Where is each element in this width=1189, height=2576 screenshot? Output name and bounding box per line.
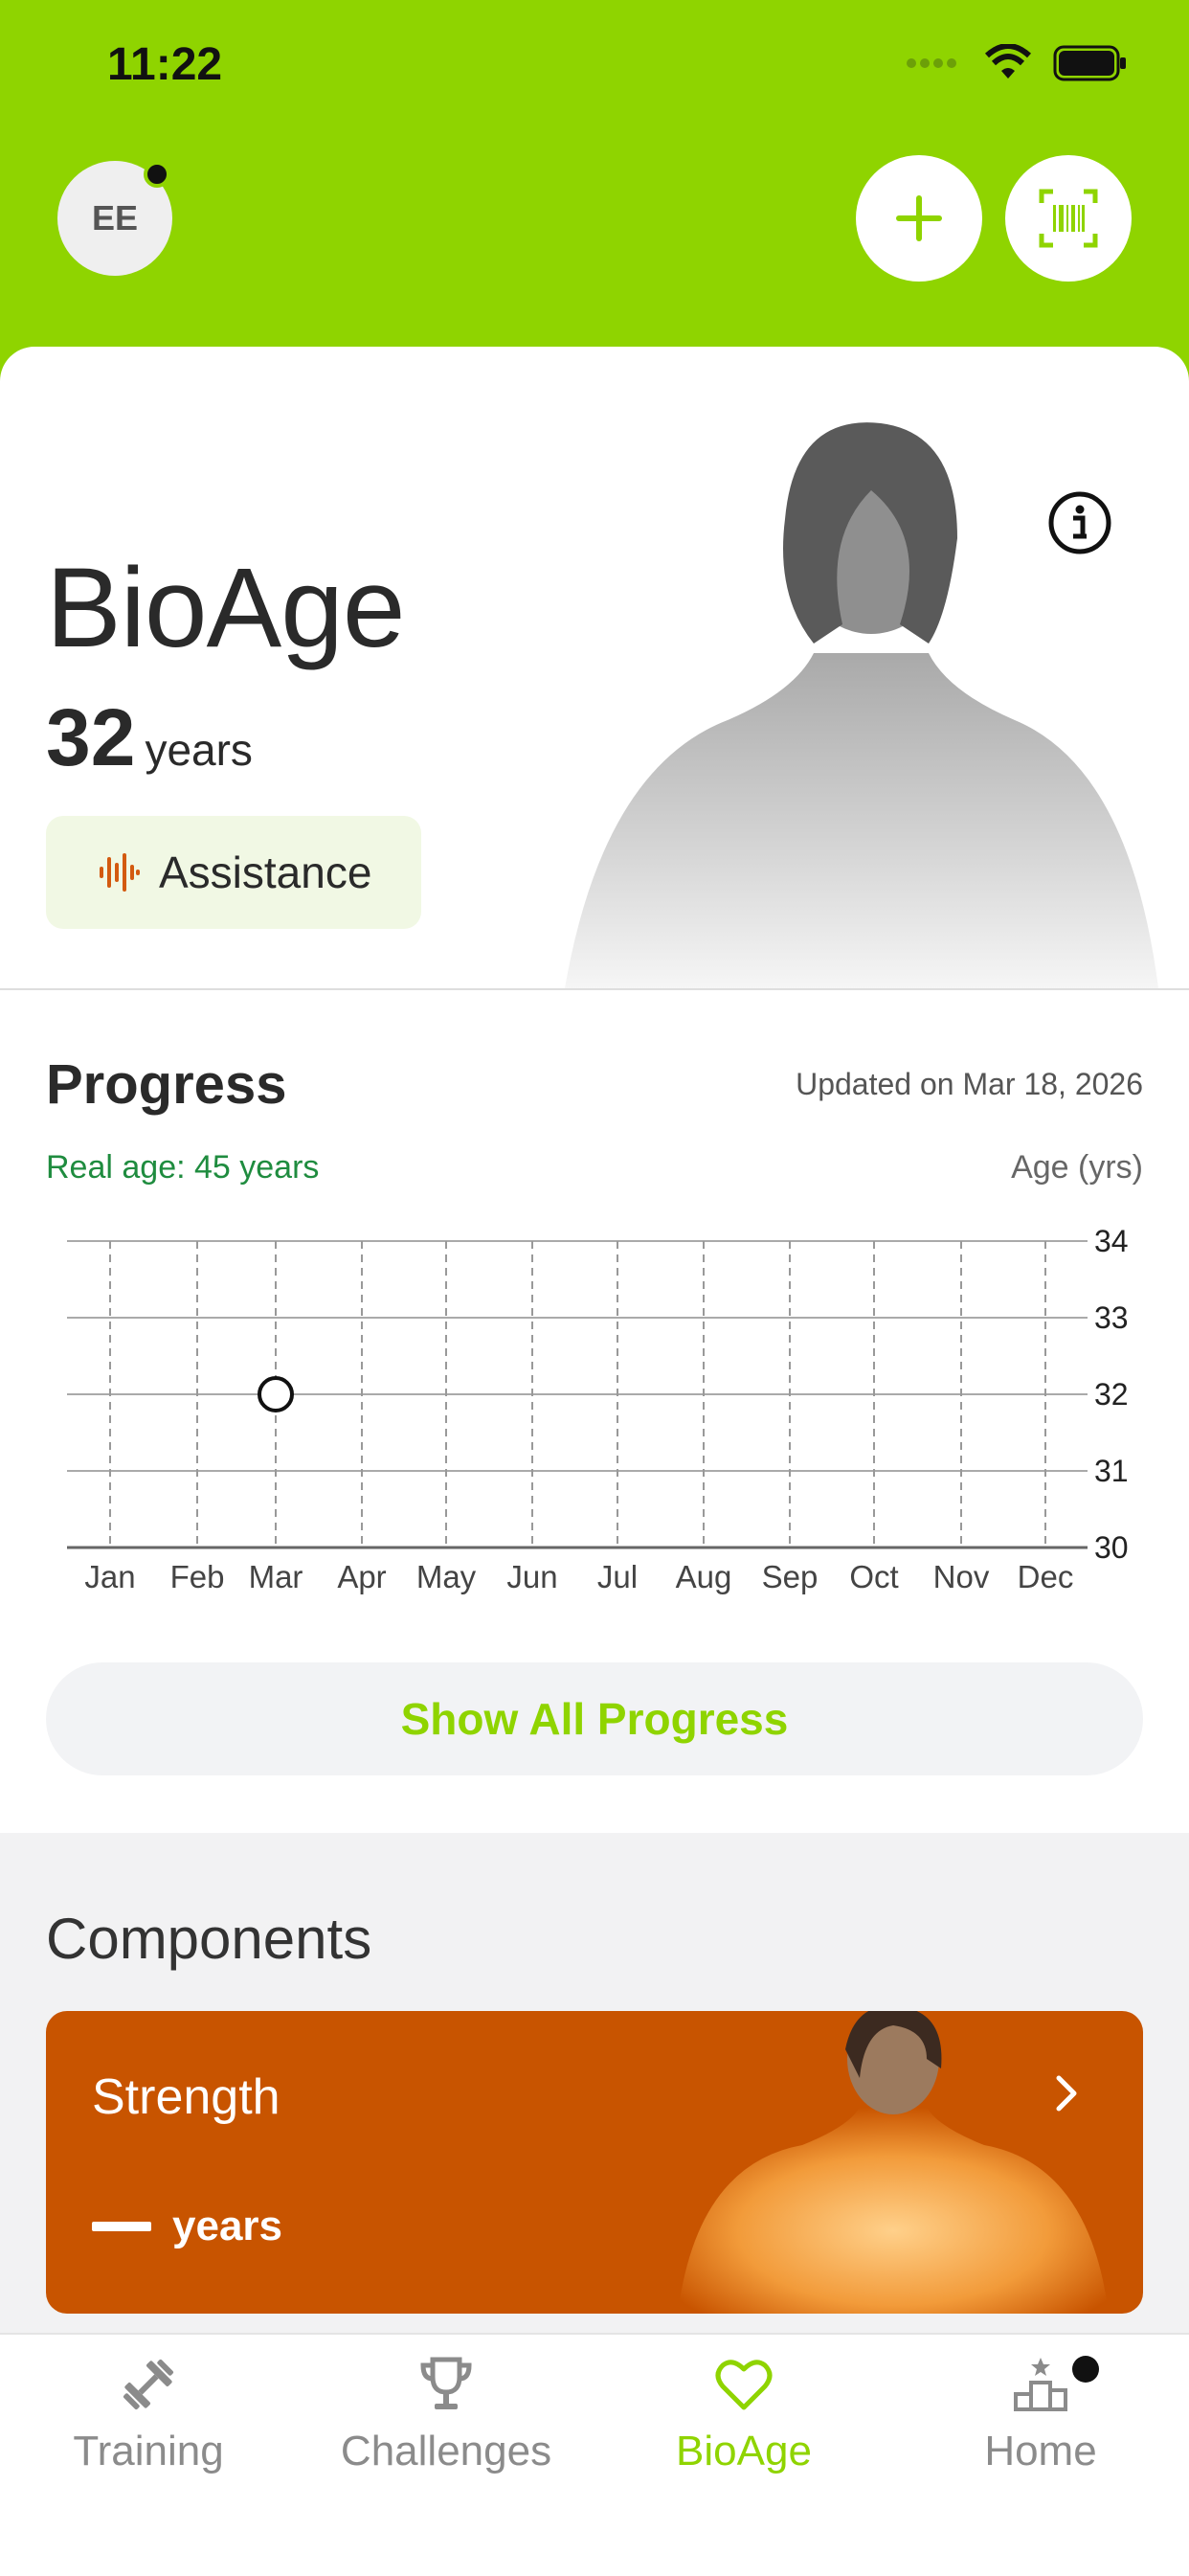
x-tick-label: Dec bbox=[1018, 1559, 1074, 1594]
podium-icon bbox=[1014, 2358, 1067, 2411]
battery-icon bbox=[1053, 45, 1126, 81]
status-time: 11:22 bbox=[107, 39, 223, 90]
barcode-scan-icon bbox=[1039, 189, 1098, 248]
y-tick-label: 33 bbox=[1094, 1300, 1129, 1335]
notification-dot bbox=[144, 161, 170, 188]
show-all-progress-button[interactable]: Show All Progress bbox=[46, 1662, 1143, 1775]
bioage-unit: years bbox=[145, 725, 253, 775]
x-tick-label: Nov bbox=[933, 1559, 990, 1594]
home-notification-dot bbox=[1072, 2356, 1099, 2383]
signal-icon bbox=[907, 58, 956, 68]
heart-icon bbox=[715, 2360, 773, 2410]
x-tick-label: Jun bbox=[506, 1559, 557, 1594]
bioage-value: 32 years bbox=[46, 691, 253, 784]
tab-label: Challenges bbox=[340, 2428, 552, 2474]
tab-label: Training bbox=[73, 2428, 224, 2474]
muscle-figure-image bbox=[678, 2011, 1109, 2314]
tab-label: Home bbox=[984, 2428, 1097, 2474]
x-tick-label: Mar bbox=[249, 1559, 303, 1594]
progress-title: Progress bbox=[46, 1053, 287, 1116]
assistance-button[interactable]: Assistance bbox=[46, 816, 421, 929]
assistance-label: Assistance bbox=[159, 847, 372, 897]
soundwave-icon bbox=[100, 853, 140, 892]
real-age-label: Real age: 45 years bbox=[46, 1149, 320, 1186]
x-tick-label: Jul bbox=[597, 1559, 638, 1594]
wifi-icon bbox=[984, 44, 1032, 79]
tab-home[interactable]: Home bbox=[897, 2354, 1184, 2475]
tab-challenges[interactable]: Challenges bbox=[303, 2354, 590, 2475]
x-tick-label: Sep bbox=[762, 1559, 819, 1594]
component-card-strength[interactable]: Strength years bbox=[46, 2011, 1143, 2314]
y-tick-label: 31 bbox=[1094, 1454, 1129, 1488]
status-icons bbox=[906, 44, 1128, 82]
progress-section: Progress Updated on Mar 18, 2026 Real ag… bbox=[0, 990, 1189, 1833]
top-header: 11:22 EE bbox=[0, 0, 1189, 402]
page-title: BioAge bbox=[46, 545, 406, 671]
components-title: Components bbox=[46, 1907, 372, 1971]
bottom-tab-bar: Training Challenges BioAge Home bbox=[0, 2333, 1189, 2576]
component-name: Strength bbox=[92, 2069, 280, 2125]
component-unit: years bbox=[172, 2203, 283, 2249]
updated-date: Updated on Mar 18, 2026 bbox=[796, 1067, 1143, 1101]
x-tick-label: Jan bbox=[84, 1559, 135, 1594]
tab-label: BioAge bbox=[676, 2428, 812, 2474]
info-icon[interactable] bbox=[1047, 490, 1112, 555]
scan-button[interactable] bbox=[1005, 155, 1132, 282]
value-placeholder-dash bbox=[92, 2222, 151, 2231]
data-point bbox=[258, 1376, 294, 1412]
tab-training[interactable]: Training bbox=[5, 2354, 292, 2475]
plus-icon bbox=[896, 195, 942, 241]
tab-bioage[interactable]: BioAge bbox=[600, 2354, 887, 2475]
y-tick-label: 34 bbox=[1094, 1224, 1129, 1258]
chevron-right-icon bbox=[1056, 2075, 1077, 2112]
component-value: years bbox=[92, 2203, 282, 2250]
progress-chart: 30 31 32 33 34 Jan Feb Mar Apr May Jun Jul Aug Sep Oct… bbox=[67, 1224, 1129, 1594]
trophy-icon bbox=[420, 2357, 472, 2409]
x-tick-label: Feb bbox=[170, 1559, 225, 1594]
x-tick-label: Apr bbox=[337, 1559, 386, 1594]
add-button[interactable] bbox=[856, 155, 982, 282]
dumbbell-icon bbox=[123, 2359, 174, 2410]
y-tick-label: 32 bbox=[1094, 1377, 1129, 1412]
y-axis-unit: Age (yrs) bbox=[1011, 1149, 1143, 1186]
x-tick-label: Aug bbox=[676, 1559, 732, 1594]
bioage-hero-card: BioAge 32 years Assistance bbox=[0, 347, 1189, 988]
y-tick-label: 30 bbox=[1094, 1530, 1129, 1565]
x-tick-label: May bbox=[416, 1559, 477, 1594]
bioage-number: 32 bbox=[46, 692, 136, 782]
x-tick-label: Oct bbox=[849, 1559, 898, 1594]
